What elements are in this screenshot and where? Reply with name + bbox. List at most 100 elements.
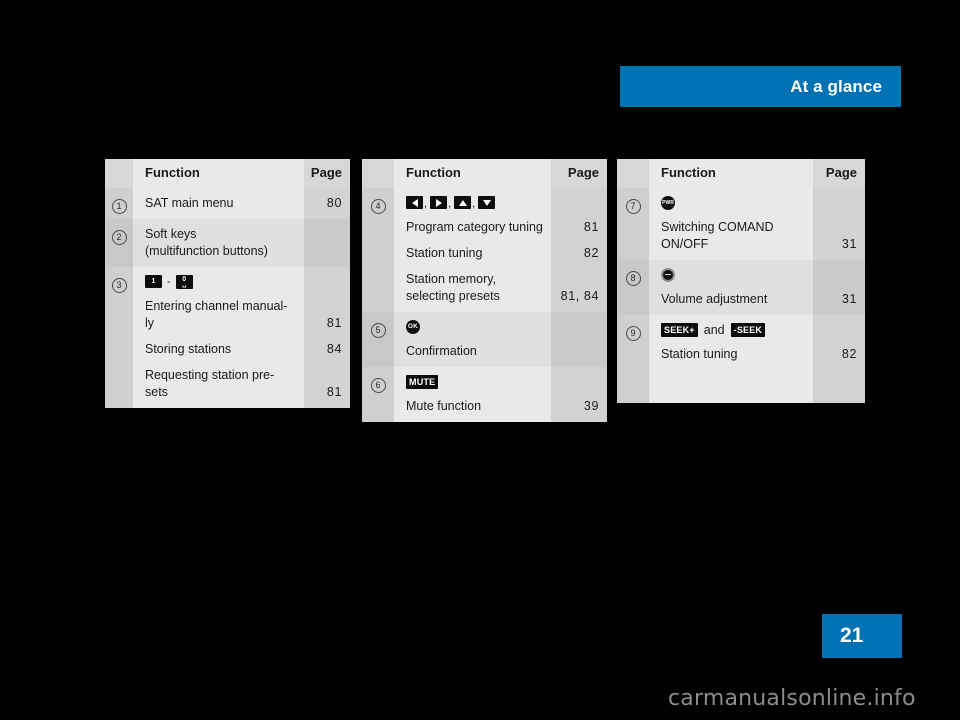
header-function-cell: Function (133, 159, 304, 188)
page-number: 80 (326, 196, 342, 210)
row-function: SEEK+ and -SEEK Station tuning (649, 315, 813, 403)
table-row: 9 SEEK+ and -SEEK Station tuning 82 (617, 315, 865, 403)
comma-separator: , (448, 198, 452, 210)
page-number: 81 (326, 316, 342, 330)
arrow-right-icon (430, 196, 448, 209)
table-row: 8 Volume adjustment 31 (617, 260, 865, 315)
row-page: 39 (551, 367, 607, 422)
row-function: 1 - 0 ␣ Entering channel manual- ly Stor… (133, 267, 304, 408)
table-header-row: Function Page (617, 159, 865, 188)
row-page: 81 82 81, 84 (551, 188, 607, 312)
row-page: 31 (813, 260, 865, 315)
page-number: 39 (583, 399, 599, 413)
table-row: 6 MUTE Mute function 39 (362, 367, 607, 422)
page-spacer (551, 374, 599, 389)
row-function: OK Confirmation (394, 312, 551, 367)
page-number: 31 (841, 292, 857, 306)
row-marker: 7 (617, 188, 649, 260)
column-header-page: Page (567, 165, 599, 180)
function-text: Mute function (406, 399, 482, 413)
mute-icon-group: MUTE (406, 374, 543, 389)
page-title: At a glance (790, 76, 882, 96)
function-text: Confirmation (406, 344, 477, 358)
row-marker: 2 (105, 219, 133, 267)
function-text: Storing stations (145, 342, 232, 356)
header-marker-cell (105, 159, 133, 188)
row-marker: 9 (617, 315, 649, 403)
power-icon-group: PWR (661, 195, 805, 210)
callout-number: 8 (625, 271, 641, 286)
callout-number: 4 (370, 199, 386, 214)
power-button-icon: PWR (661, 195, 675, 210)
row-page: 81 84 81 (304, 267, 350, 408)
page-number-badge: 21 (822, 614, 902, 658)
page-spacer (551, 195, 599, 210)
seek-minus-button-icon: -SEEK (730, 322, 766, 337)
row-page: 31 (813, 188, 865, 260)
column-header-function: Function (145, 165, 200, 180)
arrow-up-icon (454, 196, 472, 209)
row-page: 82 (813, 315, 865, 403)
row-marker: 1 (105, 188, 133, 219)
page-spacer (813, 267, 857, 282)
header-marker-cell (362, 159, 394, 188)
site-watermark: carmanualsonline.info (668, 686, 916, 711)
callout-number: 3 (111, 278, 127, 293)
callout-number: 7 (625, 199, 641, 214)
function-text: Volume adjustment (661, 292, 768, 306)
function-text: Station tuning (406, 246, 483, 260)
row-marker: 5 (362, 312, 394, 367)
callout-number: 1 (111, 199, 127, 214)
row-marker: 8 (617, 260, 649, 315)
page-number: 84 (326, 342, 342, 356)
callout-number: 6 (370, 378, 386, 393)
table-1: Function Page 1 SAT main menu 80 2 Soft … (105, 159, 350, 408)
arrow-down-icon (478, 196, 496, 209)
callout-number: 5 (370, 323, 386, 338)
table-header-row: Function Page (362, 159, 607, 188)
table-row: 2 Soft keys (multifunction buttons) (105, 219, 350, 267)
row-marker: 4 (362, 188, 394, 312)
row-function: SAT main menu (133, 188, 304, 219)
page-spacer (813, 322, 857, 337)
key-0-icon: 0 ␣ (175, 274, 193, 289)
header-page-cell: Page (813, 159, 865, 188)
page-number-value: 21 (840, 624, 864, 647)
comma-separator: , (424, 198, 428, 210)
function-text: Entering channel manual- ly (145, 299, 288, 330)
table-row: 1 SAT main menu 80 (105, 188, 350, 219)
table-2: Function Page 4 , , , Program category t… (362, 159, 607, 422)
column-header-function: Function (661, 165, 716, 180)
function-text: Station memory, selecting presets (406, 272, 500, 303)
arrow-left-icon (406, 196, 423, 209)
volume-knob-icon (661, 267, 675, 282)
row-page: 80 (304, 188, 350, 219)
key-0-space-glyph: ␣ (182, 281, 187, 288)
table-row: 4 , , , Program category tuning Station … (362, 188, 607, 312)
range-dash: - (167, 275, 171, 288)
mute-button-icon: MUTE (406, 374, 439, 389)
ok-button-icon: OK (406, 319, 420, 334)
row-function: Volume adjustment (649, 260, 813, 315)
key-1-icon: 1 (145, 275, 162, 288)
table-header-row: Function Page (105, 159, 350, 188)
function-text: Switching COMAND ON/OFF (661, 220, 774, 251)
function-text: Station tuning (661, 347, 738, 361)
callout-number: 2 (111, 230, 127, 245)
table-3: Function Page 7 PWR Switching COMAND ON/… (617, 159, 865, 403)
function-text: Requesting station pre- sets (145, 368, 275, 399)
header-page-cell: Page (304, 159, 350, 188)
header-marker-cell (617, 159, 649, 188)
and-conjunction: and (703, 322, 725, 337)
seek-icon-group: SEEK+ and -SEEK (661, 322, 805, 337)
row-page (551, 312, 607, 367)
key-range-icon-group: 1 - 0 ␣ (145, 274, 296, 289)
comma-separator: , (472, 198, 476, 210)
row-function: PWR Switching COMAND ON/OFF (649, 188, 813, 260)
ok-icon-group: OK (406, 319, 543, 334)
table-row: 7 PWR Switching COMAND ON/OFF 31 (617, 188, 865, 260)
row-page (304, 219, 350, 267)
arrow-keys-icon-group: , , , (406, 195, 543, 210)
table-row: 5 OK Confirmation (362, 312, 607, 367)
seek-plus-button-icon: SEEK+ (661, 322, 698, 337)
